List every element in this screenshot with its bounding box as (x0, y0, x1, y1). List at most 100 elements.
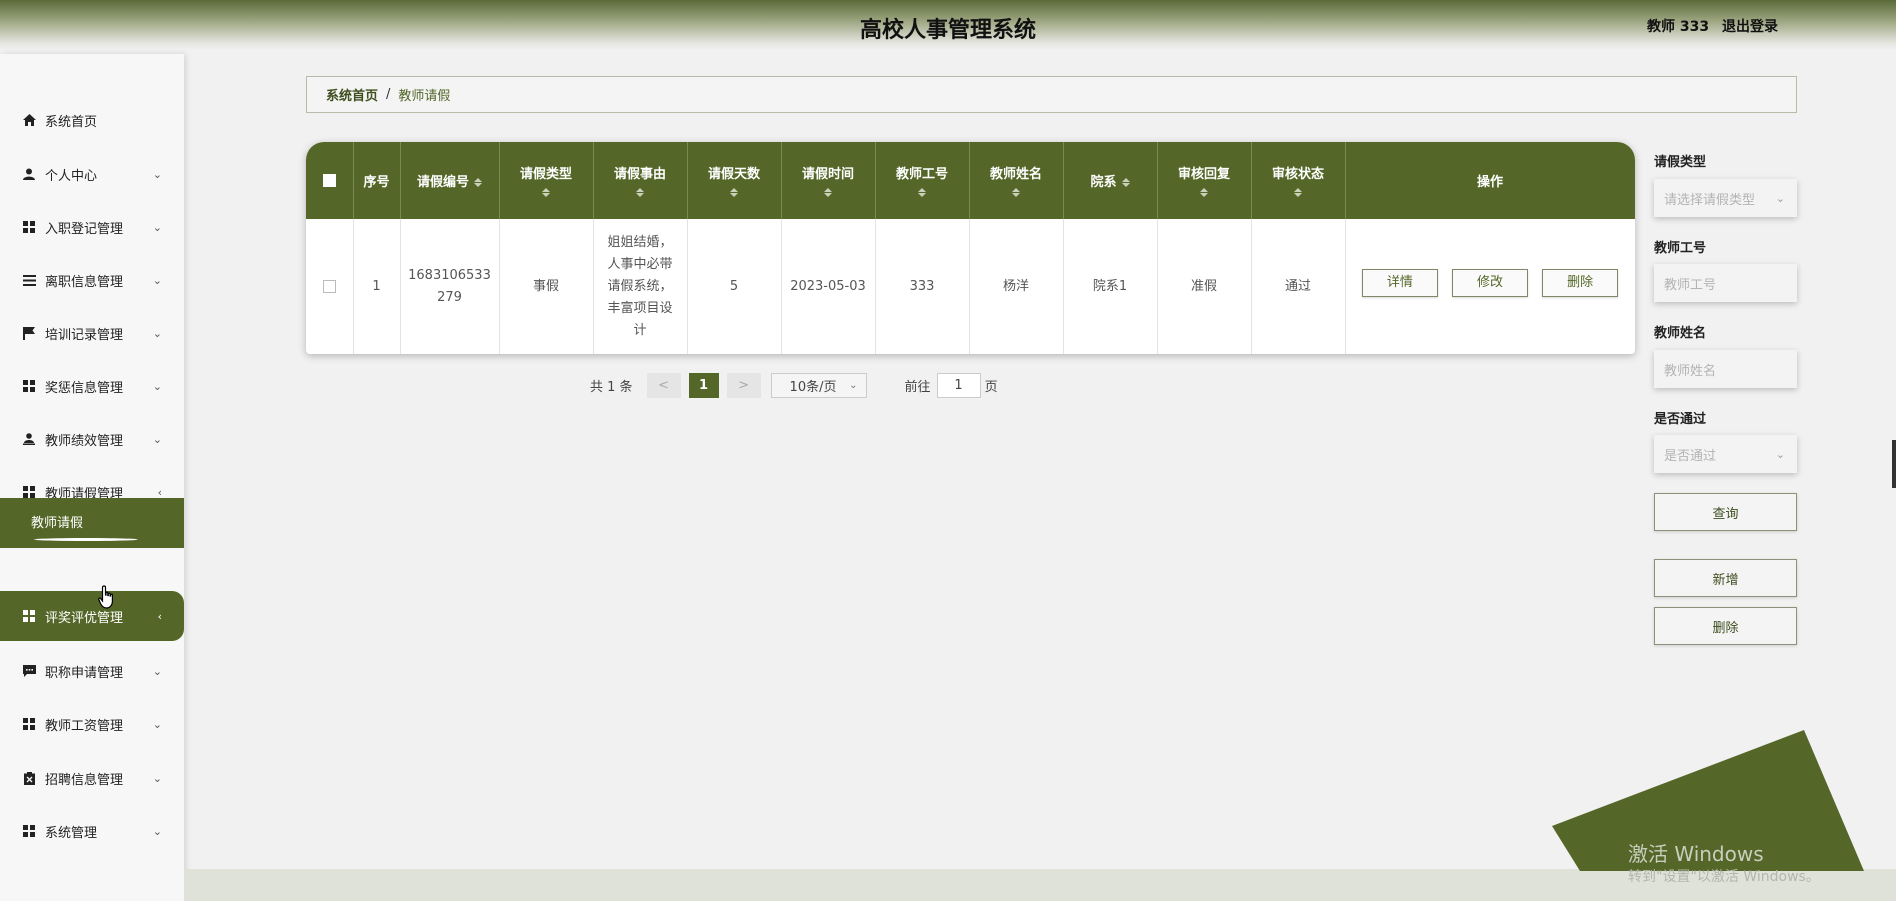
sidebar-item-home[interactable]: 系统首页 (0, 100, 184, 140)
active-underline (34, 538, 138, 541)
prev-page-button[interactable]: < (646, 373, 681, 398)
sidebar-item-performance[interactable]: 教师绩效管理 ⌄ (0, 419, 184, 459)
detail-button[interactable]: 详情 (1361, 268, 1438, 297)
chevron-down-icon: ⌄ (152, 432, 162, 446)
sidebar-item-label: 系统首页 (45, 114, 98, 130)
leave-type-placeholder: 请选择请假类型 (1664, 192, 1756, 208)
col-header-reason[interactable]: 请假事由 (593, 142, 688, 219)
sort-icon[interactable] (636, 188, 644, 197)
teacher-name-placeholder: 教师姓名 (1664, 363, 1717, 379)
passed-label: 是否通过 (1654, 412, 1707, 427)
cell-reason-text: 姐姐结婚，人事中必带请假系统，丰富项目设计 (607, 234, 673, 338)
passed-placeholder: 是否通过 (1664, 448, 1717, 464)
next-page-button[interactable]: > (726, 373, 761, 398)
cell-reply: 准假 (1157, 219, 1252, 354)
col-header-teacher-name[interactable]: 教师姓名 (969, 142, 1064, 219)
sort-icon[interactable] (1121, 177, 1130, 188)
sidebar-item-label: 教师绩效管理 (45, 433, 124, 449)
teacher-id-placeholder: 教师工号 (1664, 277, 1717, 293)
user-icon (22, 167, 36, 181)
cell-teacher-id: 333 (875, 219, 970, 354)
sort-icon[interactable] (1012, 188, 1020, 197)
col-header-label: 院系 (1090, 175, 1117, 190)
page-number-button[interactable]: 1 (688, 373, 719, 398)
cell-actions: 详情 修改 删除 (1345, 219, 1635, 354)
sort-icon[interactable] (474, 177, 482, 188)
col-header-status[interactable]: 审核状态 (1251, 142, 1346, 219)
teacher-id-label: 教师工号 (1654, 241, 1707, 256)
col-header-actions: 操作 (1345, 142, 1635, 219)
cell-type: 事假 (499, 219, 594, 354)
add-button[interactable]: 新增 (1654, 559, 1797, 597)
teacher-name-input[interactable]: 教师姓名 (1654, 350, 1797, 388)
cell-teacher-name: 杨洋 (969, 219, 1064, 354)
page-size-select[interactable]: 10条/页 ⌄ (770, 373, 867, 398)
sidebar-item-label: 奖惩信息管理 (45, 380, 124, 396)
goto-page-input[interactable]: 1 (936, 373, 981, 398)
grid-icon (22, 485, 36, 499)
activation-watermark-sub: 转到"设置"以激活 Windows。 (1628, 869, 1820, 885)
select-all-checkbox[interactable] (322, 174, 336, 187)
flag-icon (22, 326, 36, 340)
col-header-teacher-id[interactable]: 教师工号 (875, 142, 970, 219)
chevron-down-icon: ⌄ (1775, 191, 1785, 205)
col-header-reply[interactable]: 审核回复 (1157, 142, 1252, 219)
sidebar-item-system[interactable]: 系统管理 ⌄ (0, 811, 184, 851)
clipboard-icon (22, 771, 36, 785)
passed-select[interactable]: 是否通过 ⌄ (1654, 435, 1797, 473)
chevron-left-icon: ‹ (157, 609, 162, 623)
sidebar-item-label: 职称申请管理 (45, 665, 124, 681)
logout-link[interactable]: 退出登录 (1722, 19, 1778, 35)
sidebar-item-awards[interactable]: 评奖评优管理 ‹ (0, 591, 184, 641)
row-delete-button[interactable]: 删除 (1542, 268, 1619, 297)
col-header-date[interactable]: 请假时间 (781, 142, 876, 219)
leave-type-select[interactable]: 请选择请假类型 ⌄ (1654, 179, 1797, 217)
sidebar-item-rewards[interactable]: 奖惩信息管理 ⌄ (0, 366, 184, 406)
teacher-id-input[interactable]: 教师工号 (1654, 264, 1797, 302)
sidebar-item-onboarding[interactable]: 入职登记管理 ⌄ (0, 207, 184, 247)
col-header-days[interactable]: 请假天数 (687, 142, 782, 219)
cell-department: 院系1 (1063, 219, 1158, 354)
grid-icon (22, 220, 36, 234)
grid-icon (22, 609, 36, 623)
sidebar-subitem-teacher-leave[interactable]: 教师请假 (0, 498, 184, 548)
sidebar-item-resignation[interactable]: 离职信息管理 ⌄ (0, 260, 184, 300)
col-header-index: 序号 (353, 142, 401, 219)
scroll-indicator (1892, 440, 1896, 488)
chevron-left-icon: ‹ (157, 485, 162, 499)
col-header-department[interactable]: 院系 (1063, 142, 1158, 219)
sort-icon[interactable] (824, 188, 832, 197)
sort-icon[interactable] (542, 188, 550, 197)
sort-icon[interactable] (918, 188, 926, 197)
activation-watermark: 激活 Windows (1628, 842, 1764, 866)
list-icon (22, 273, 36, 287)
sidebar-item-recruitment[interactable]: 招聘信息管理 ⌄ (0, 758, 184, 798)
grid-icon (22, 717, 36, 731)
sort-icon[interactable] (730, 188, 738, 197)
sidebar-item-personal-center[interactable]: 个人中心 ⌄ (0, 154, 184, 194)
row-checkbox[interactable] (322, 279, 336, 293)
chevron-down-icon: ⌄ (1775, 447, 1785, 461)
search-button[interactable]: 查询 (1654, 493, 1797, 531)
col-header-label: 请假时间 (801, 167, 854, 182)
select-all-header (306, 142, 354, 219)
grid-icon (22, 824, 36, 838)
chevron-down-icon: ⌄ (152, 273, 162, 287)
sort-icon[interactable] (1200, 188, 1208, 197)
chevron-down-icon: ⌄ (152, 379, 162, 393)
delete-button[interactable]: 删除 (1654, 607, 1797, 645)
sidebar-item-training[interactable]: 培训记录管理 ⌄ (0, 313, 184, 353)
cell-index: 1 (353, 219, 401, 354)
col-header-code[interactable]: 请假编号 (400, 142, 500, 219)
chevron-down-icon: ⌄ (152, 167, 162, 181)
goto-unit: 页 (984, 380, 998, 395)
sidebar-item-title-application[interactable]: 职称申请管理 ⌄ (0, 651, 184, 691)
chevron-down-icon: ⌄ (849, 380, 858, 391)
sidebar-item-label: 离职信息管理 (45, 274, 124, 290)
breadcrumb-home[interactable]: 系统首页 (326, 85, 378, 104)
cell-days: 5 (687, 219, 782, 354)
col-header-type[interactable]: 请假类型 (499, 142, 594, 219)
sidebar-item-salary[interactable]: 教师工资管理 ⌄ (0, 704, 184, 744)
edit-button[interactable]: 修改 (1452, 268, 1528, 297)
sort-icon[interactable] (1294, 188, 1302, 197)
